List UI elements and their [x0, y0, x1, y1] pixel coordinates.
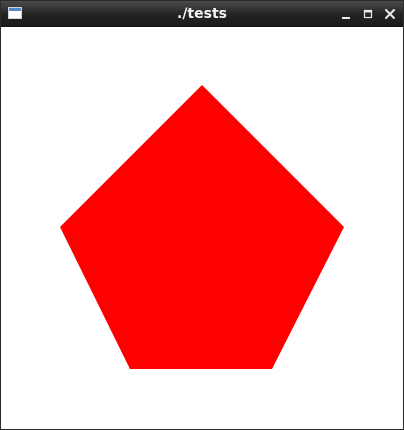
minimize-button[interactable] [338, 6, 354, 22]
close-icon [385, 9, 395, 19]
title-bar[interactable]: ./tests [1, 1, 403, 27]
maximize-button[interactable] [360, 6, 376, 22]
maximize-icon [363, 9, 373, 19]
close-button[interactable] [382, 6, 398, 22]
app-window-icon[interactable] [8, 7, 22, 19]
window-content [1, 27, 403, 429]
minimize-icon [342, 17, 350, 19]
drawing-canvas [1, 27, 403, 429]
app-window: ./tests [0, 0, 404, 430]
